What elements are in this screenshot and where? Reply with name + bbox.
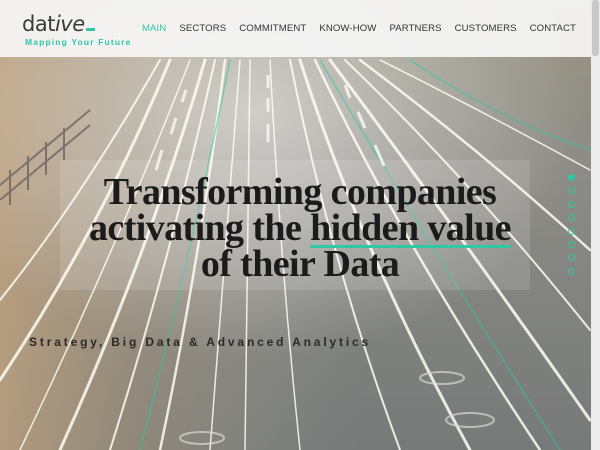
logo-underscore-mark xyxy=(85,28,95,31)
headline-line-3: of their Data xyxy=(200,243,400,285)
nav-item-commitment[interactable]: COMMITMENT xyxy=(239,23,306,34)
nav-item-partners[interactable]: PARTNERS xyxy=(389,23,441,34)
page-scrollbar[interactable] xyxy=(591,0,600,450)
main-nav: MAIN SECTORS COMMITMENT KNOW-HOW PARTNER… xyxy=(129,23,576,34)
section-dot[interactable] xyxy=(568,240,575,248)
nav-item-customers[interactable]: CUSTOMERS xyxy=(455,23,517,34)
section-dot-nav xyxy=(567,174,577,281)
section-dot[interactable] xyxy=(568,227,575,235)
nav-item-contact[interactable]: CONTACT xyxy=(530,23,576,34)
site-header: dative Mapping Your Future MAIN SECTORS … xyxy=(0,0,600,57)
headline-highlight: hidden value xyxy=(310,207,512,249)
section-dot[interactable] xyxy=(568,200,575,208)
hero-subtitle: Strategy, Big Data & Advanced Analytics xyxy=(29,335,372,349)
nav-item-main[interactable]: MAIN xyxy=(142,23,166,34)
logo-wordmark: dative xyxy=(22,14,132,35)
scrollbar-thumb[interactable] xyxy=(592,0,599,56)
logo-tagline: Mapping Your Future xyxy=(25,37,132,47)
nav-item-know-how[interactable]: KNOW-HOW xyxy=(319,23,376,34)
logo-text-start: dat xyxy=(22,12,55,36)
section-dot[interactable] xyxy=(568,254,575,262)
nav-item-sectors[interactable]: SECTORS xyxy=(179,23,226,34)
brand-logo[interactable]: dative Mapping Your Future xyxy=(22,14,132,48)
logo-text-end: ive xyxy=(54,12,85,36)
section-dot[interactable] xyxy=(568,187,575,195)
hero-headline: Transforming companies activating the hi… xyxy=(0,173,600,285)
section-dot[interactable] xyxy=(568,267,575,275)
section-dot[interactable] xyxy=(568,174,575,181)
section-dot[interactable] xyxy=(568,214,575,222)
